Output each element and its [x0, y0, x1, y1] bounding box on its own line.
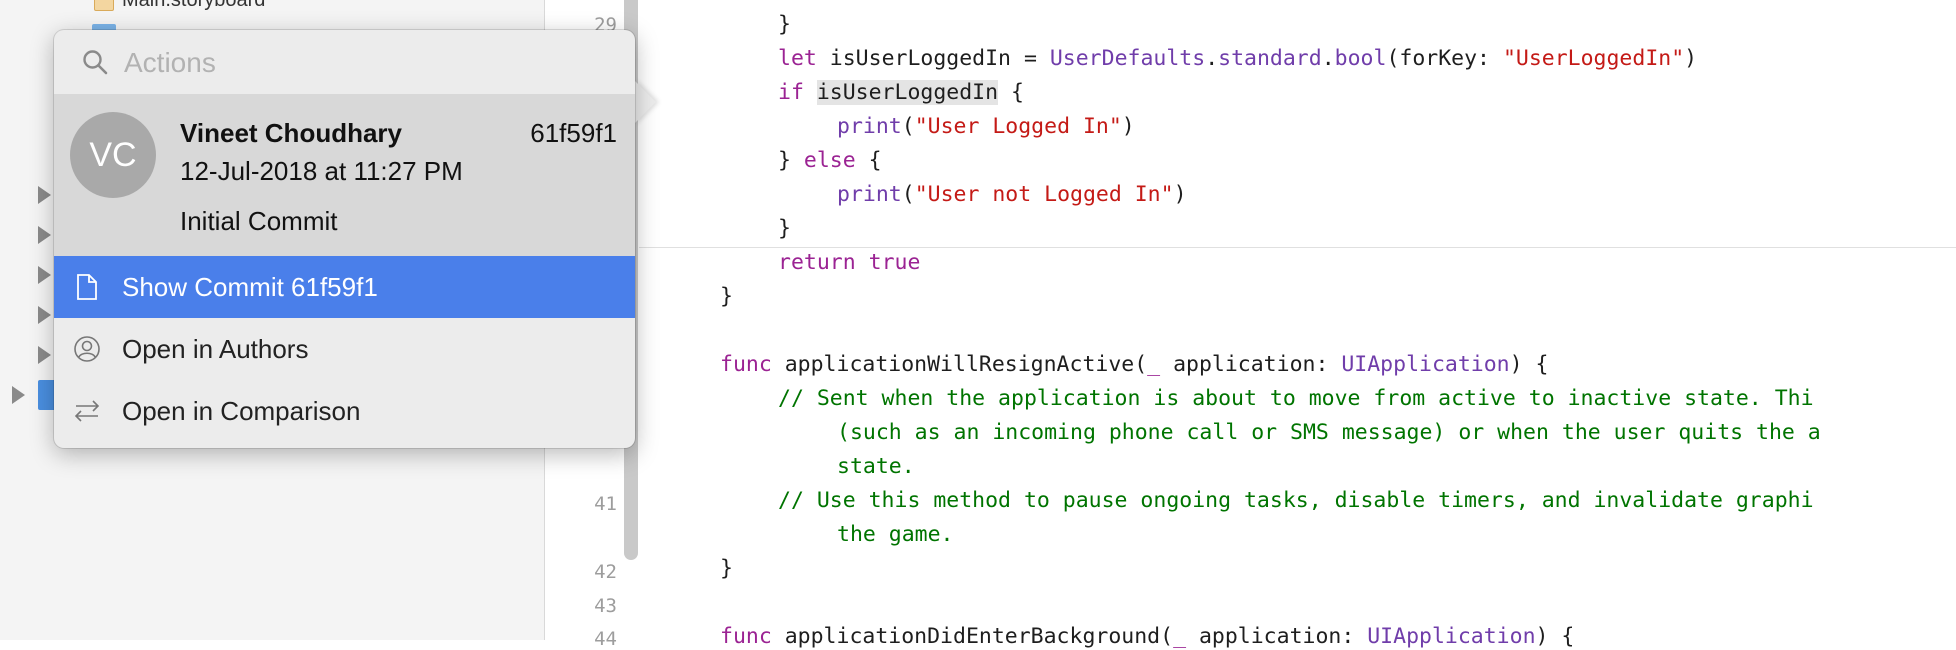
source-editor[interactable]: } let isUserLoggedIn = UserDefaults.stan… [660, 0, 1956, 649]
person-circle-icon [72, 334, 102, 364]
code-token: (forKey: [1386, 46, 1503, 71]
commit-date: 12-Jul-2018 at 11:27 PM [180, 156, 463, 186]
code-function: print [837, 114, 902, 139]
navigator-item-main-storyboard[interactable]: Main.storyboard [94, 0, 265, 12]
actions-search-input[interactable] [122, 42, 606, 84]
code-token: { [998, 80, 1024, 105]
code-line: if isUserLoggedIn { [778, 80, 1024, 105]
disclosure-triangle-icon[interactable] [38, 266, 51, 284]
navigator-item-label: Main.storyboard [122, 0, 265, 12]
menu-item-show-commit[interactable]: Show Commit 61f59f1 [54, 256, 635, 318]
code-comment: // Sent when the application is about to… [778, 386, 1814, 411]
code-line: func applicationDidEnterBackground(_ app… [720, 624, 1574, 649]
code-token: ( [901, 114, 915, 139]
code-token: } [778, 12, 791, 37]
code-line: } [720, 284, 733, 309]
code-token: ) [1173, 182, 1187, 207]
line-number: 44 [594, 628, 617, 650]
code-comment: // Use this method to pause ongoing task… [778, 488, 1814, 513]
code-string: "User Logged In" [914, 114, 1122, 139]
code-line: func applicationWillResignActive(_ appli… [720, 352, 1548, 377]
line-number: 43 [594, 595, 617, 617]
disclosure-triangle-icon[interactable] [38, 346, 51, 364]
code-keyword: _ [1147, 352, 1161, 377]
document-icon [72, 272, 102, 302]
code-keyword: _ [1173, 624, 1187, 649]
code-token: ) { [1535, 624, 1575, 649]
code-keyword: func [720, 352, 772, 377]
menu-item-open-in-comparison[interactable]: Open in Comparison [54, 380, 635, 442]
code-token: ) { [1509, 352, 1549, 377]
code-comment: state. [837, 454, 915, 479]
code-keyword: else [803, 148, 856, 173]
search-icon [83, 50, 108, 75]
code-keyword: if [778, 80, 804, 105]
code-token: applicationDidEnterBackground( [771, 624, 1174, 649]
code-keyword: return [778, 250, 856, 275]
code-token: . [1321, 46, 1335, 71]
code-string: "User not Logged In" [914, 182, 1174, 207]
code-token: application: [1186, 624, 1368, 649]
commit-hash: 61f59f1 [530, 118, 617, 148]
menu-item-label: Open in Authors [122, 333, 309, 364]
code-token: } [720, 556, 733, 581]
code-token: } [778, 216, 791, 241]
code-line: } [778, 12, 791, 37]
code-token: applicationWillResignActive( [771, 352, 1148, 377]
author-avatar: VC [70, 112, 156, 198]
code-token: ) [1121, 114, 1135, 139]
disclosure-triangle-icon[interactable] [38, 186, 51, 204]
disclosure-triangle-icon[interactable] [38, 306, 51, 324]
popover-arrow [634, 80, 656, 124]
code-comment: (such as an incoming phone call or SMS m… [837, 420, 1821, 445]
line-number: 41 [594, 493, 617, 515]
code-token: ) [1684, 46, 1698, 71]
actions-search-row [54, 30, 635, 94]
code-function: bool [1334, 46, 1387, 71]
code-type: UserDefaults [1049, 46, 1206, 71]
code-token: application: [1160, 352, 1342, 377]
commit-info-card[interactable]: VC Vineet Choudhary 61f59f1 12-Jul-2018 … [54, 94, 635, 256]
code-token: } [720, 284, 733, 309]
commit-author: Vineet Choudhary [180, 118, 403, 148]
code-line: } [720, 556, 733, 581]
code-line: let isUserLoggedIn = UserDefaults.standa… [778, 46, 1697, 71]
menu-item-open-in-authors[interactable]: Open in Authors [54, 318, 635, 380]
disclosure-triangle-icon[interactable] [38, 226, 51, 244]
blame-actions-popover: VC Vineet Choudhary 61f59f1 12-Jul-2018 … [54, 30, 635, 448]
code-type: UIApplication [1367, 624, 1536, 649]
code-keyword: func [720, 624, 772, 649]
compare-arrows-icon [72, 396, 102, 426]
menu-item-label: Show Commit 61f59f1 [122, 271, 378, 302]
code-token: isUserLoggedIn = [816, 46, 1050, 71]
code-token: ( [901, 182, 915, 207]
disclosure-triangle-icon[interactable] [12, 386, 25, 404]
code-comment: the game. [837, 522, 954, 547]
code-type: UIApplication [1341, 352, 1510, 377]
code-line: print("User not Logged In") [837, 182, 1187, 207]
storyboard-file-icon [94, 0, 114, 11]
code-keyword: true [868, 250, 921, 275]
code-highlighted-variable: isUserLoggedIn [816, 80, 999, 105]
code-token: { [855, 148, 882, 173]
code-line: } else { [778, 148, 882, 173]
code-line: } [778, 216, 791, 241]
code-token: . [1205, 46, 1219, 71]
line-number: 42 [594, 561, 617, 583]
code-line: print("User Logged In") [837, 114, 1135, 139]
code-string: "UserLoggedIn" [1502, 46, 1685, 71]
code-line: return true [778, 250, 920, 275]
code-property: standard [1218, 46, 1322, 71]
code-keyword: let [778, 46, 817, 71]
code-function: print [837, 182, 902, 207]
code-token: } [778, 148, 804, 173]
commit-message: Initial Commit [180, 206, 338, 236]
menu-item-label: Open in Comparison [122, 395, 361, 426]
